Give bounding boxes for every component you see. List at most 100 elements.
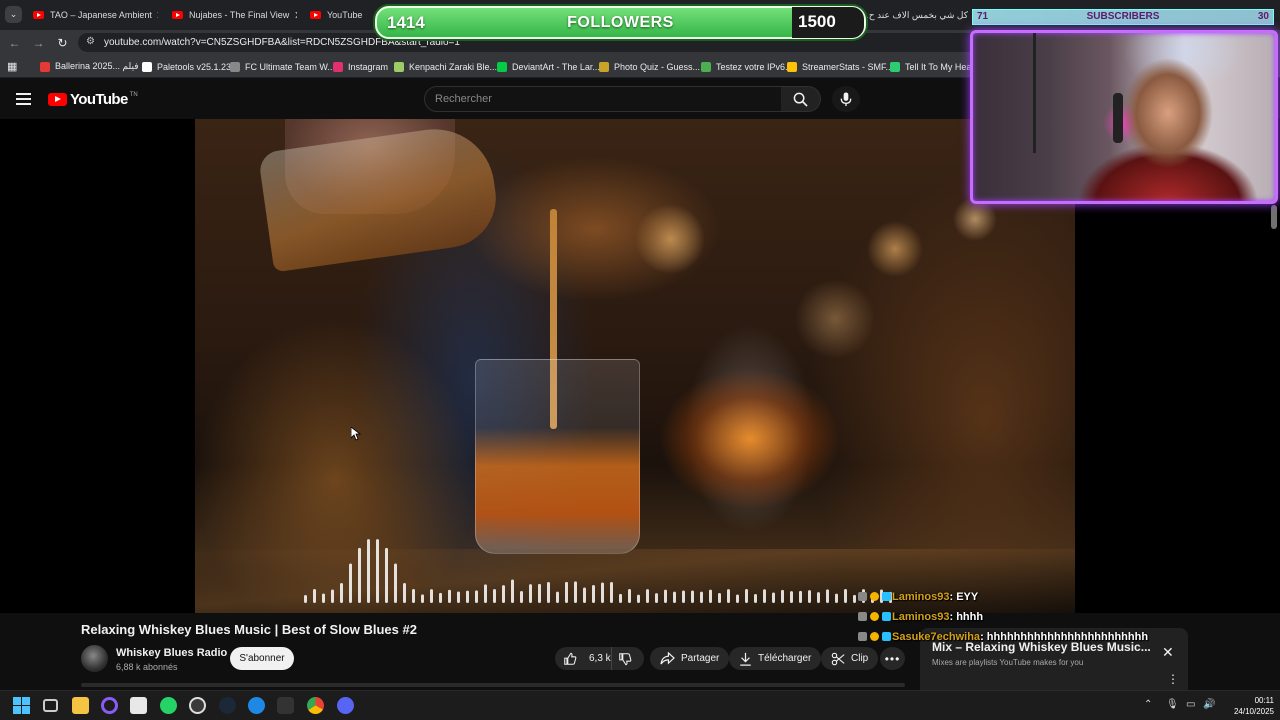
mouse-cursor-icon — [351, 427, 361, 441]
snipping-tool-icon[interactable] — [130, 697, 147, 714]
steam-icon[interactable] — [219, 697, 236, 714]
bookmark-favicon-icon — [333, 61, 343, 72]
tab-nujabes[interactable]: Nujabes - The Final View ✕ — [172, 4, 297, 26]
tab-youtube[interactable]: YouTube — [310, 4, 370, 26]
search-button[interactable] — [781, 86, 821, 112]
file-explorer-icon[interactable] — [72, 697, 89, 714]
visualizer-bar — [844, 589, 847, 603]
download-button[interactable]: Télécharger — [729, 647, 822, 670]
tab-search-button[interactable]: ⌄ — [5, 6, 22, 23]
show-hidden-icons-icon[interactable]: ⌃ — [1144, 699, 1152, 710]
youtube-logo-icon — [48, 93, 67, 106]
visualizer-bar — [763, 589, 766, 603]
thumbs-up-icon — [564, 652, 577, 665]
search-input[interactable]: Rechercher — [424, 86, 782, 112]
chrome-icon[interactable] — [307, 697, 324, 714]
chat-badges-icon — [858, 632, 892, 642]
app-icon[interactable] — [248, 697, 265, 714]
more-vertical-icon[interactable]: ⋮ — [1167, 672, 1179, 686]
app-active-icon[interactable] — [277, 697, 294, 714]
channel-name[interactable]: Whiskey Blues Radio — [116, 647, 227, 659]
discord-icon[interactable] — [337, 697, 354, 714]
whatsapp-icon[interactable] — [160, 697, 177, 714]
tab-close-icon[interactable]: ✕ — [294, 9, 297, 22]
network-icon[interactable]: ▭ — [1186, 699, 1195, 710]
task-view-icon[interactable] — [43, 699, 58, 712]
share-button[interactable]: Partager — [650, 647, 730, 670]
visualizer-bar — [601, 582, 604, 603]
bookmark-favicon-icon — [701, 61, 711, 72]
visualizer-bar — [655, 593, 658, 603]
channel-avatar[interactable] — [81, 645, 108, 672]
bookmark-label: Testez votre IPv6. — [716, 61, 788, 72]
chat-text: : hhhhhhhhhhhhhhhhhhhhhhhh — [980, 631, 1149, 643]
visualizer-bar — [367, 539, 370, 603]
clock-time: 00:11 — [1254, 696, 1274, 705]
subscribers-goal-bar: 71 SUBSCRIBERS 30 — [972, 9, 1274, 25]
clip-button[interactable]: Clip — [821, 647, 879, 670]
bookmark-favicon-icon — [497, 61, 507, 72]
visualizer-bar — [475, 590, 478, 603]
back-icon[interactable]: ← — [6, 34, 23, 51]
more-horizontal-icon: ••• — [884, 651, 901, 666]
visualizer-bar — [664, 589, 667, 603]
visualizer-bar — [457, 591, 460, 603]
bookmark-item[interactable]: DeviantArt - The Lar... — [497, 59, 600, 74]
reload-icon[interactable]: ↻ — [54, 34, 71, 51]
voice-search-button[interactable] — [832, 86, 860, 112]
bookmark-label: Paletools v25.1.23 — [157, 61, 232, 72]
tab-close-icon[interactable]: ✕ — [156, 9, 158, 22]
visualizer-bar — [385, 547, 388, 603]
video-whiskey-glass — [475, 359, 640, 554]
visualizer-bar — [511, 579, 514, 603]
bookmark-item[interactable]: FC Ultimate Team W... — [230, 59, 335, 74]
visualizer-bar — [592, 584, 595, 603]
bookmark-item[interactable]: Paletools v25.1.23 — [142, 59, 231, 74]
forward-icon[interactable]: → — [30, 34, 47, 51]
webcam-feed — [970, 30, 1278, 204]
close-icon[interactable]: ✕ — [1162, 644, 1174, 661]
visualizer-bar — [502, 585, 505, 603]
bookmark-item[interactable]: Kenpachi Zaraki Ble... — [394, 59, 497, 74]
windows-start-icon[interactable] — [13, 697, 30, 714]
microphone-tray-icon[interactable]: 🎙 — [1166, 699, 1179, 710]
youtube-logo[interactable]: YouTube TN — [48, 91, 138, 108]
tab-tao[interactable]: TAO – Japanese Ambient ✕ — [33, 4, 158, 26]
visualizer-bar — [484, 584, 487, 603]
visualizer-bar — [322, 593, 325, 603]
visualizer-bar — [610, 582, 613, 603]
bookmark-label: Kenpachi Zaraki Ble... — [409, 61, 498, 72]
subscribe-button[interactable]: S'abonner — [230, 647, 294, 670]
audio-visualizer — [304, 539, 892, 603]
page-scrollbar-thumb[interactable] — [1271, 205, 1277, 229]
cortana-icon[interactable] — [101, 697, 118, 714]
obs-icon[interactable] — [189, 697, 206, 714]
clip-label: Clip — [851, 653, 869, 664]
site-info-icon[interactable]: ⚙ — [86, 36, 95, 47]
microphone-icon — [840, 91, 852, 106]
menu-icon[interactable] — [16, 93, 31, 105]
apps-icon[interactable]: ▦ — [7, 59, 17, 74]
bookmark-item[interactable]: Testez votre IPv6. — [701, 59, 788, 74]
bookmark-item[interactable]: Photo Quiz - Guess... — [599, 59, 700, 74]
download-label: Télécharger — [758, 653, 812, 664]
system-clock[interactable]: 00:11 24/10/2025 — [1224, 695, 1274, 717]
bookmark-item[interactable]: StreamerStats - SMF... — [787, 59, 893, 74]
subscribers-goal: 30 — [1257, 11, 1269, 22]
more-actions-button[interactable]: ••• — [880, 647, 905, 670]
visualizer-bar — [736, 594, 739, 603]
volume-icon[interactable]: 🔊 — [1203, 699, 1215, 710]
like-button[interactable]: 6,3 k — [555, 647, 612, 670]
dislike-button[interactable] — [612, 647, 644, 670]
download-icon — [740, 652, 751, 666]
bookmark-item[interactable]: Tell It To My Heart — [890, 59, 977, 74]
visualizer-bar — [628, 589, 631, 603]
visualizer-bar — [745, 589, 748, 603]
bookmark-item[interactable]: Ballerina 2025... فيلم — [40, 59, 139, 74]
webcam-cable — [1033, 33, 1036, 153]
tab-arabic[interactable]: كل شي بخمس الاف عند ح... — [866, 4, 968, 26]
chat-username: Laminos93 — [892, 591, 950, 603]
subscribers-label: SUBSCRIBERS — [1086, 11, 1160, 22]
bookmark-item[interactable]: Instagram — [333, 59, 388, 74]
visualizer-bar — [538, 583, 541, 603]
